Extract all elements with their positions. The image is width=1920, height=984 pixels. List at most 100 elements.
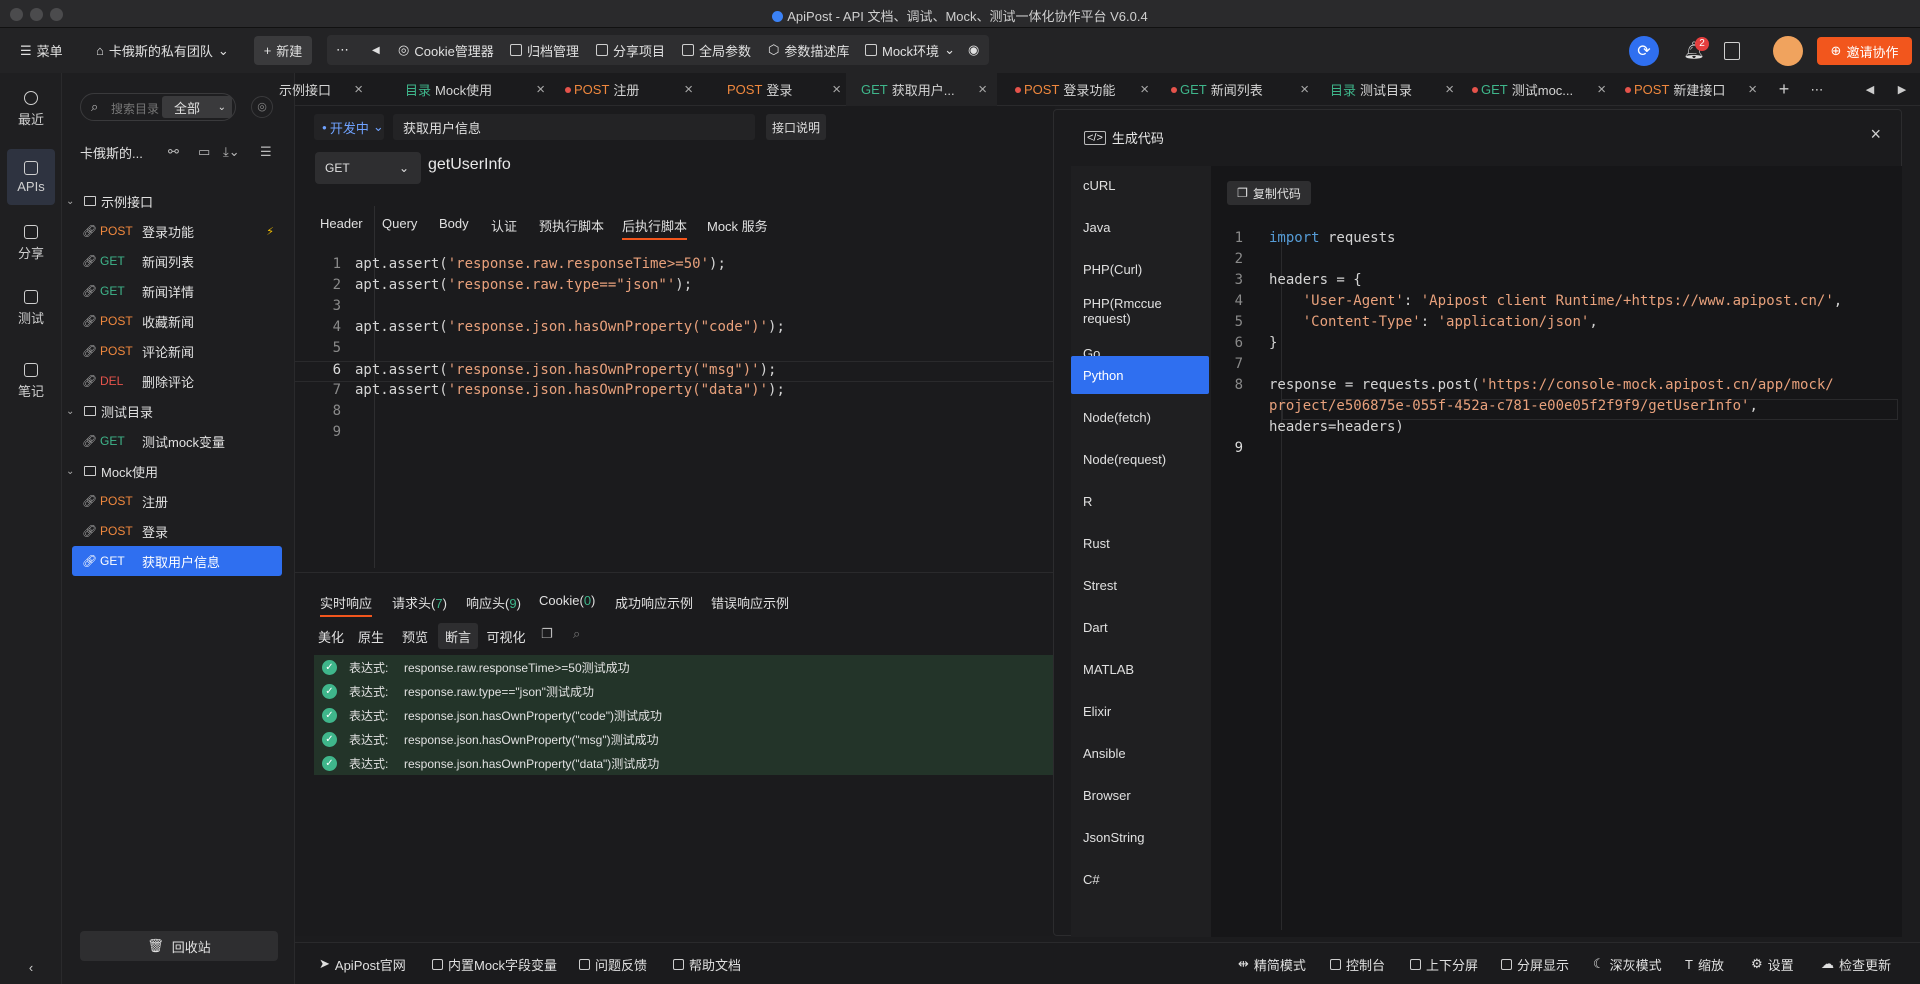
code-line[interactable]: 3 headers = {	[1211, 272, 1362, 293]
tree-item[interactable]: 🔗︎ GET 新闻列表	[80, 246, 282, 276]
tree-search-input[interactable]: 搜索目录	[111, 100, 159, 117]
language-item[interactable]: R	[1071, 482, 1209, 520]
language-item[interactable]: Strest	[1071, 566, 1209, 604]
tab-pre-script[interactable]: 预执行脚本	[539, 216, 604, 240]
tab-active[interactable]: GET 获取用户... ×	[846, 73, 997, 106]
archive-button[interactable]: 归档管理	[510, 35, 579, 65]
code-line[interactable]: 1 import requests	[1211, 230, 1396, 251]
recycle-bin-button[interactable]: 🗑︎ 回收站	[80, 931, 278, 961]
tab[interactable]: GET 新闻列表 ×	[1171, 73, 1319, 106]
api-name-input[interactable]: 获取用户信息	[393, 114, 755, 140]
close-icon[interactable]: ×	[832, 81, 841, 98]
team-selector[interactable]: ⌂ 卡俄斯的私有团队 ⌄	[96, 28, 229, 73]
code-line[interactable]: 4 apt.assert('response.json.hasOwnPropert…	[295, 319, 785, 340]
language-item[interactable]: C#	[1071, 860, 1209, 898]
tab[interactable]: 目录 Mock使用 ×	[405, 73, 555, 106]
close-icon[interactable]: ×	[1870, 124, 1881, 145]
tab[interactable]: POST 登录 ×	[727, 73, 851, 106]
code-line[interactable]: 1 apt.assert('response.raw.responseTime>=…	[295, 256, 726, 277]
tab-auth[interactable]: 认证	[491, 216, 517, 240]
code-line[interactable]: 5 'Content-Type': 'application/json',	[1211, 314, 1598, 335]
dark-mode-button[interactable]: ☾ 深灰模式	[1593, 943, 1662, 984]
close-icon[interactable]: ×	[1140, 81, 1149, 98]
close-icon[interactable]: ×	[1748, 81, 1757, 98]
code-line[interactable]: 2	[1211, 251, 1269, 272]
code-line[interactable]: 9	[1211, 440, 1269, 461]
tab[interactable]: POST 注册 ×	[565, 73, 703, 106]
tab[interactable]: 示例接口 ×	[279, 73, 373, 106]
tab-error-example[interactable]: 错误响应示例	[711, 593, 789, 617]
menu-button[interactable]: ☰ 菜单	[20, 28, 63, 73]
tree-item[interactable]: 🔗︎ DEL 删除评论	[80, 366, 282, 396]
tree-item[interactable]: 🔗︎ POST 注册	[80, 486, 282, 516]
avatar[interactable]	[1773, 36, 1803, 66]
url-input[interactable]: getUserInfo	[428, 156, 511, 174]
language-item[interactable]: Node(request)	[1071, 440, 1209, 478]
collapse-sidebar-icon[interactable]: ‹	[16, 953, 46, 981]
tab-body[interactable]: Body	[439, 216, 469, 240]
search-icon[interactable]: ⌕	[573, 626, 580, 642]
link-add-icon[interactable]: ⚯	[168, 144, 179, 160]
feedback-link[interactable]: 问题反馈	[579, 943, 647, 984]
global-params-button[interactable]: 全局参数	[682, 35, 751, 65]
code-line[interactable]: headers=headers)	[1211, 419, 1404, 440]
rail-item-apis[interactable]: APIs	[7, 149, 55, 205]
eye-icon[interactable]: ◉	[968, 35, 979, 65]
rail-item-notes[interactable]: 笔记	[7, 353, 55, 409]
add-tab-icon[interactable]: +	[1770, 73, 1798, 106]
tab-query[interactable]: Query	[382, 216, 417, 240]
close-icon[interactable]: ×	[1597, 81, 1606, 98]
tree-folder[interactable]: ⌄ 测试目录	[66, 396, 286, 426]
language-item[interactable]: Rust	[1071, 524, 1209, 562]
close-icon[interactable]: ×	[978, 81, 987, 98]
scroll-right-icon[interactable]: ▶	[1887, 73, 1917, 106]
tree-item[interactable]: 🔗︎ POST 登录	[80, 516, 282, 546]
tree-item[interactable]: 🔗︎ GET 测试mock变量	[80, 426, 282, 456]
copy-code-button[interactable]: ❐ 复制代码	[1227, 181, 1311, 205]
method-select[interactable]: GET ⌄	[315, 152, 421, 184]
more-icon[interactable]: ⋯	[336, 35, 349, 65]
tab[interactable]: POST 新建接口 ×	[1625, 73, 1767, 106]
tab-mock-service[interactable]: Mock 服务	[707, 216, 768, 240]
split-view-button[interactable]: 分屏显示	[1501, 943, 1569, 984]
sort-icon[interactable]: ☰	[260, 144, 272, 160]
console-button[interactable]: 控制台	[1330, 943, 1385, 984]
sync-icon[interactable]: ⟳	[1629, 36, 1659, 66]
import-icon[interactable]: ⤓⌄	[223, 144, 240, 160]
code-line[interactable]: 8 response = requests.post('https://conso…	[1211, 377, 1834, 398]
language-item[interactable]: Node(fetch)	[1071, 398, 1209, 436]
status-select[interactable]: ● 开发中 ⌄	[314, 114, 384, 140]
close-icon[interactable]: ×	[684, 81, 693, 98]
apipost-site-link[interactable]: ➤ ApiPost官网	[319, 943, 406, 984]
code-line[interactable]: 5	[295, 340, 355, 361]
tab-header[interactable]: Header	[320, 216, 363, 240]
code-line[interactable]: 7 apt.assert('response.json.hasOwnPropert…	[295, 382, 785, 403]
view-tab-assert[interactable]: 断言	[438, 623, 478, 649]
tab[interactable]: POST 登录功能 ×	[1015, 73, 1159, 106]
rail-item-share[interactable]: 分享	[7, 215, 55, 271]
compact-mode-button[interactable]: ⇹ 精简模式	[1238, 943, 1306, 984]
param-library-button[interactable]: ⬡ 参数描述库	[768, 35, 849, 65]
cookie-manager-button[interactable]: ◎ Cookie管理器	[398, 35, 494, 65]
view-tab-visual[interactable]: 可视化	[482, 623, 530, 649]
tree-folder[interactable]: ⌄ Mock使用	[66, 456, 286, 486]
language-item[interactable]: PHP(Curl)	[1071, 250, 1209, 288]
language-item[interactable]: Dart	[1071, 608, 1209, 646]
code-line[interactable]: 6 apt.assert('response.json.hasOwnPropert…	[295, 361, 1055, 382]
code-line[interactable]: 2 apt.assert('response.raw.type=="json"')…	[295, 277, 693, 298]
language-item[interactable]: Ansible	[1071, 734, 1209, 772]
more-tabs-icon[interactable]: ⋯	[1802, 73, 1832, 106]
rail-item-test[interactable]: 测试	[7, 280, 55, 336]
view-tab-raw[interactable]: 原生	[351, 623, 391, 649]
tab-response-headers[interactable]: 响应头(9)	[466, 593, 521, 617]
language-item[interactable]: PHP(Rmccue request)	[1071, 292, 1209, 330]
mock-env-selector[interactable]: Mock环境 ⌄	[865, 35, 955, 65]
close-icon[interactable]: ×	[1445, 81, 1454, 98]
view-tab-preview[interactable]: 预览	[395, 623, 435, 649]
tab[interactable]: 目录 测试目录 ×	[1330, 73, 1464, 106]
language-item[interactable]: Java	[1071, 208, 1209, 246]
help-docs-link[interactable]: 帮助文档	[673, 943, 741, 984]
code-line[interactable]: 4 'User-Agent': 'Apipost client Runtime/…	[1211, 293, 1843, 314]
api-doc-button[interactable]: 接口说明	[766, 114, 826, 140]
language-item-selected[interactable]: Python	[1071, 356, 1209, 394]
